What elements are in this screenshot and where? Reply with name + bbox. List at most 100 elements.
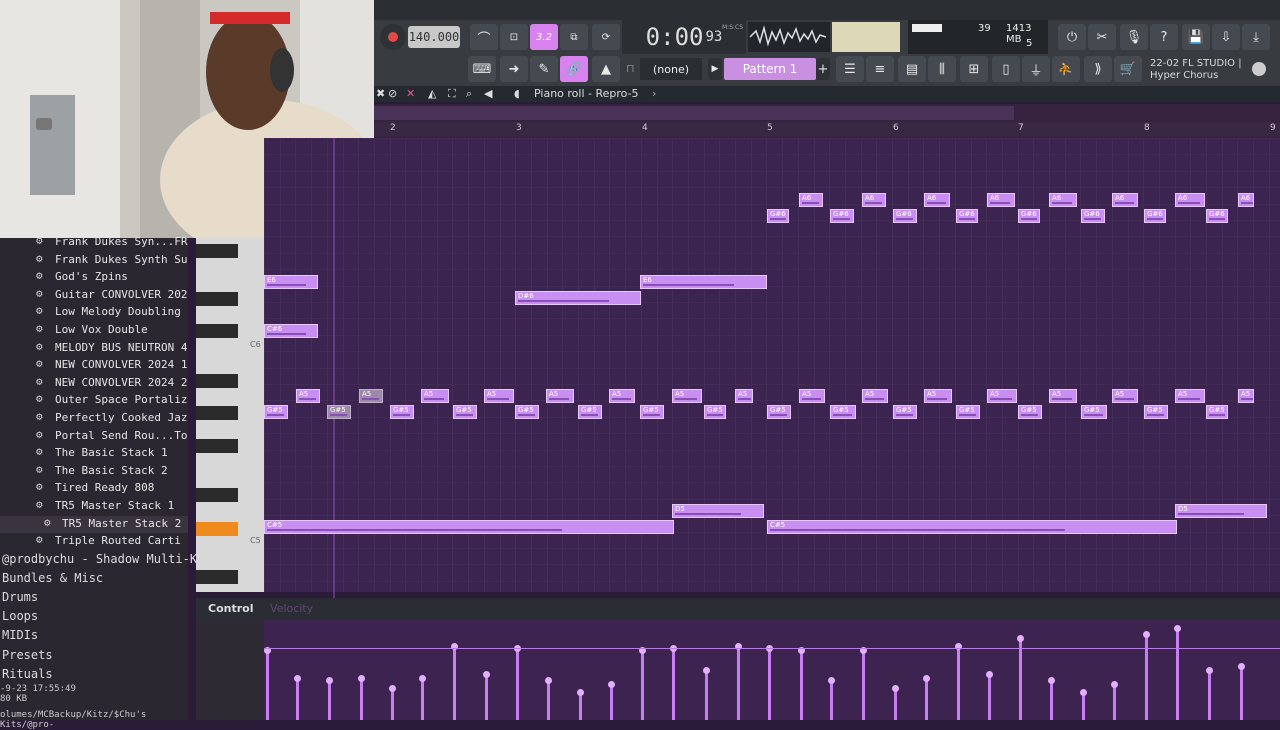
plugin-database-item[interactable]: ⚙ Portal Send Rou...To Melody Bus — [0, 428, 188, 445]
link-button[interactable]: 🔗 — [560, 56, 588, 82]
browser-folder[interactable]: Presets — [2, 648, 53, 662]
record-button[interactable] — [380, 24, 406, 50]
plugin-database-item[interactable]: ⚙ Tired Ready 808 — [0, 480, 188, 497]
velocity-handle[interactable] — [986, 671, 993, 678]
velocity-handle[interactable] — [419, 675, 426, 682]
note[interactable]: A5 — [672, 389, 702, 403]
velocity-stem[interactable] — [485, 674, 488, 720]
note[interactable]: G#5 — [956, 405, 980, 419]
piano-keyboard[interactable]: C6 C5 — [196, 238, 264, 592]
velocity-stem[interactable] — [421, 678, 424, 720]
velocity-handle[interactable] — [577, 689, 584, 696]
velocity-handle[interactable] — [358, 675, 365, 682]
save-new-version-button[interactable]: ⇩ — [1212, 24, 1240, 50]
note[interactable]: G#6 — [956, 209, 978, 223]
piano-keyboard-button[interactable]: ⌨ — [468, 56, 496, 82]
velocity-stem[interactable] — [925, 678, 928, 720]
velocity-stem[interactable] — [391, 688, 394, 720]
plugin-picker-button[interactable]: ▯ — [992, 56, 1020, 82]
velocity-stem[interactable] — [768, 648, 771, 720]
step-edit-button[interactable]: ⧉ — [560, 24, 588, 50]
velocity-handle[interactable] — [1111, 681, 1118, 688]
velocity-stem[interactable] — [957, 646, 960, 720]
note[interactable]: A5 — [799, 389, 825, 403]
selected-key[interactable] — [196, 522, 238, 536]
velocity-label[interactable]: Velocity — [270, 602, 313, 615]
close-icon[interactable]: ✖ — [376, 87, 385, 100]
note[interactable]: A6 — [1238, 193, 1254, 207]
plugin-button[interactable]: ⏚ — [1022, 56, 1050, 82]
channel-speaker-icon[interactable]: ◖ — [514, 87, 520, 100]
note[interactable]: G#5 — [1081, 405, 1107, 419]
note[interactable]: G#6 — [1018, 209, 1040, 223]
black-key[interactable] — [196, 244, 238, 258]
pattern-selector[interactable]: (none) — [640, 58, 702, 80]
velocity-stem[interactable] — [1050, 680, 1053, 720]
plugin-database-item[interactable]: ⚙ Perfectly Cooked Jazz 808 — [0, 410, 188, 427]
note[interactable]: G#6 — [767, 209, 789, 223]
plugin-database-item[interactable]: ⚙ MELODY BUS NEUTRON 4 — [0, 340, 188, 357]
note[interactable]: G#5 — [264, 405, 288, 419]
velocity-handle[interactable] — [892, 685, 899, 692]
playlist-button[interactable]: ☰ — [836, 56, 864, 82]
note[interactable]: D#6 — [515, 291, 641, 305]
velocity-stem[interactable] — [894, 688, 897, 720]
browser-button[interactable]: ⊞ — [960, 56, 988, 82]
plugin-database-item[interactable]: ⚙ TR5 Master Stack 1 — [0, 498, 188, 515]
globe-icon[interactable] — [1252, 62, 1266, 76]
plugin-database-item[interactable]: ⚙ Low Melody Doubling 1 — [0, 304, 188, 321]
plugin-database-item[interactable]: ⚙ Triple Routed Carti Slatt — [0, 533, 188, 550]
browser-folder[interactable]: MIDIs — [2, 628, 38, 642]
velocity-handle[interactable] — [1143, 631, 1150, 638]
note[interactable]: A5 — [924, 389, 952, 403]
title-arrow-icon[interactable]: › — [652, 87, 656, 100]
velocity-handle[interactable] — [326, 677, 333, 684]
velocity-stem[interactable] — [328, 680, 331, 720]
note[interactable]: C#6 — [264, 324, 318, 338]
black-key[interactable] — [196, 374, 238, 388]
velocity-stem[interactable] — [547, 680, 550, 720]
note[interactable]: G#5 — [704, 405, 726, 419]
wait-input-button[interactable]: ⊡ — [500, 24, 528, 50]
velocity-handle[interactable] — [703, 667, 710, 674]
note[interactable]: A5 — [735, 389, 753, 403]
note[interactable]: A6 — [1049, 193, 1077, 207]
note[interactable]: D5 — [672, 504, 764, 518]
note[interactable]: G#5 — [1018, 405, 1042, 419]
store-button[interactable]: 🛒 — [1114, 56, 1142, 82]
cut-tools-button[interactable]: ✂ — [1088, 24, 1116, 50]
note[interactable]: C#5 — [264, 520, 674, 534]
plugin-database-item[interactable]: ⚙ The Basic Stack 2 — [0, 463, 188, 480]
select-icon[interactable]: ◭ — [428, 87, 436, 100]
snap-button[interactable]: 3.2 — [530, 24, 558, 50]
plugin-database-item[interactable]: ⚙ God's Zpins — [0, 269, 188, 286]
note[interactable]: E6 — [640, 275, 767, 289]
velocity-stem[interactable] — [641, 650, 644, 720]
note[interactable]: A5 — [359, 389, 383, 403]
velocity-handle[interactable] — [1048, 677, 1055, 684]
note[interactable]: A5 — [484, 389, 514, 403]
velocity-stem[interactable] — [296, 678, 299, 720]
add-pattern-button[interactable]: + — [816, 58, 830, 80]
note[interactable]: A5 — [296, 389, 320, 403]
note[interactable]: A5 — [862, 389, 888, 403]
browser-folder[interactable]: @prodbychu - Shadow Multi-Kit — [2, 552, 212, 566]
black-key[interactable] — [196, 488, 238, 502]
plugin-database-item[interactable]: ⚙ TR5 Master Stack 2 — [0, 515, 188, 533]
browser-folder[interactable]: Bundles & Misc — [2, 571, 103, 585]
note[interactable]: A6 — [1175, 193, 1205, 207]
note[interactable]: G#5 — [640, 405, 664, 419]
note[interactable]: A5 — [546, 389, 574, 403]
note[interactable]: C#5 — [767, 520, 1177, 534]
note[interactable]: D5 — [1175, 504, 1267, 518]
plugin-database-item[interactable]: ⚙ Guitar CONVOLVER 2024 — [0, 287, 188, 304]
note[interactable]: G#5 — [390, 405, 414, 419]
note[interactable]: G#5 — [767, 405, 791, 419]
velocity-stem[interactable] — [453, 646, 456, 720]
black-key[interactable] — [196, 406, 238, 420]
browser-folder[interactable]: Drums — [2, 590, 38, 604]
master-volume-meter[interactable] — [832, 22, 900, 52]
velocity-handle[interactable] — [1174, 625, 1181, 632]
black-key[interactable] — [196, 292, 238, 306]
velocity-handle[interactable] — [923, 675, 930, 682]
